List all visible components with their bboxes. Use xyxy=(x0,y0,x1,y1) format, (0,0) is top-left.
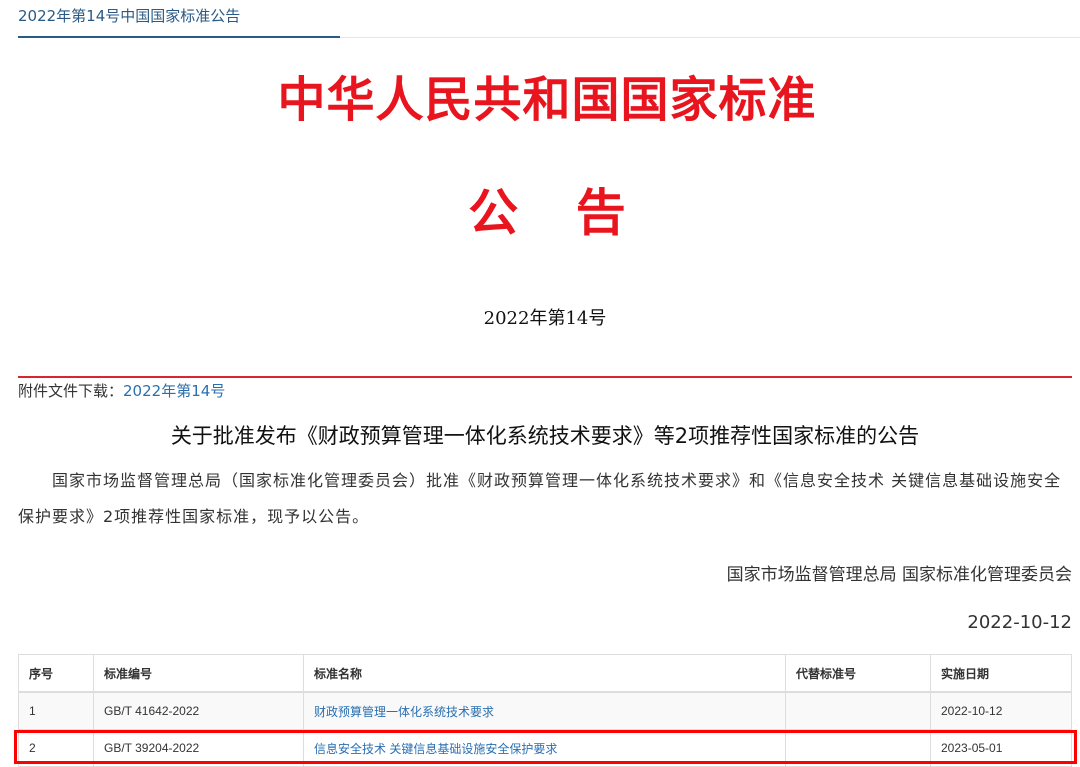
col-date: 实施日期 xyxy=(930,654,1072,693)
table-header: 序号 标准编号 标准名称 代替标准号 实施日期 xyxy=(18,654,1072,693)
cell-date: 2022-10-12 xyxy=(930,691,1072,730)
document-subtitle: 公 告 xyxy=(468,183,626,242)
attachment-label: 附件文件下载： xyxy=(18,382,124,400)
announcement-heading: 关于批准发布《财政预算管理一体化系统技术要求》等2项推荐性国家标准的公告 xyxy=(170,424,920,448)
cell-name: 财政预算管理一体化系统技术要求 xyxy=(303,691,786,730)
red-divider xyxy=(18,376,1072,378)
divider xyxy=(340,37,1080,38)
signature: 国家市场监督管理总局 国家标准化管理委员会 xyxy=(726,565,1072,585)
cell-index: 1 xyxy=(18,691,94,730)
cell-code: GB/T 41642-2022 xyxy=(93,691,304,730)
standard-link[interactable]: 财政预算管理一体化系统技术要求 xyxy=(314,705,494,719)
issue-number: 2022年第14号 xyxy=(483,308,607,329)
table-row: 1 GB/T 41642-2022 财政预算管理一体化系统技术要求 2022-1… xyxy=(18,691,1072,730)
announcement-date: 2022-10-12 xyxy=(967,612,1072,633)
highlight-box xyxy=(14,730,1077,764)
breadcrumb[interactable]: 2022年第14号中国国家标准公告 xyxy=(18,5,240,26)
announcement-body: 国家市场监督管理总局（国家标准化管理委员会）批准《财政预算管理一体化系统技术要求… xyxy=(18,471,1062,526)
cell-replaces xyxy=(785,691,931,730)
col-name: 标准名称 xyxy=(303,654,786,693)
col-replaces: 代替标准号 xyxy=(785,654,931,693)
attachment-link[interactable]: 2022年第14号 xyxy=(123,382,225,400)
col-code: 标准编号 xyxy=(93,654,304,693)
breadcrumb-underline xyxy=(18,36,340,38)
document-title: 中华人民共和国国家标准 xyxy=(277,72,817,128)
attachment-row: 附件文件下载：2022年第14号 xyxy=(18,380,225,401)
col-index: 序号 xyxy=(18,654,94,693)
